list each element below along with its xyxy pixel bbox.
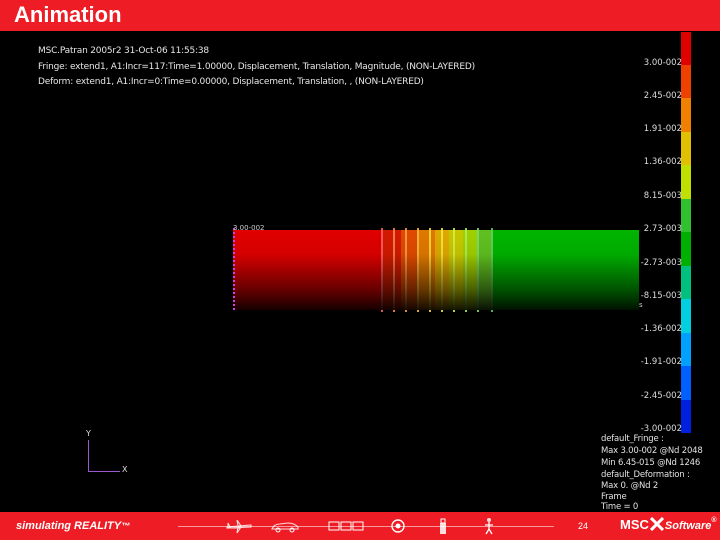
y-axis-line <box>88 440 89 472</box>
colorbar-swatch <box>681 32 691 65</box>
colorbar-label: 8.15-003 <box>643 191 682 201</box>
boundary-condition-markers <box>233 228 239 310</box>
colorbar-label: -1.36-002 <box>640 324 682 334</box>
slogan-text: simulating REALITY <box>16 520 122 532</box>
colorbar-swatch <box>681 199 691 232</box>
colorbar-swatch <box>681 132 691 165</box>
brand-x-mark-icon <box>649 516 664 532</box>
info-line: Max 0. @Nd 2 <box>601 481 659 491</box>
brand-suffix: Software <box>664 520 712 532</box>
colorbar-swatch <box>681 65 691 98</box>
y-axis-label: Y <box>86 429 91 438</box>
colorbar-label: 1.36-002 <box>643 157 682 167</box>
colorbar-label: 2.45-002 <box>643 91 682 101</box>
info-line: default_Deformation : <box>601 470 690 480</box>
colorbar-label: 3.00-002 <box>643 58 682 68</box>
colorbar-label: -2.73-003 <box>640 258 682 268</box>
brand-name: MSC <box>620 517 649 532</box>
colorbar-label: -8.15-003 <box>640 291 682 301</box>
human-figure-icon <box>485 518 493 535</box>
train-icon <box>328 521 364 531</box>
colorbar-label: -2.45-002 <box>640 391 682 401</box>
info-line: default_Fringe : <box>601 434 664 444</box>
x-axis-line <box>88 471 120 472</box>
header-line-deform: Deform: extend1, A1:Incr=0:Time=0.00000,… <box>38 77 424 87</box>
colorbar-swatch <box>681 366 691 400</box>
airplane-icon <box>226 519 252 534</box>
colorbar-swatch <box>681 165 691 199</box>
fringe-colorbar <box>681 32 691 433</box>
model-shading <box>233 230 639 310</box>
info-line: Max 3.00-002 @Nd 2048 <box>601 446 703 456</box>
slide-title: Animation <box>14 2 122 27</box>
target-icon <box>391 519 405 533</box>
colorbar-swatch <box>681 333 691 366</box>
node-value-label: 3.00-002 <box>233 224 265 232</box>
colorbar-swatch <box>681 98 691 132</box>
info-line: Time = 0 <box>601 502 639 512</box>
msc-software-logo: MSC Software® <box>620 516 717 532</box>
slogan-trademark: ™ <box>121 521 131 531</box>
colorbar-label: -1.91-002 <box>640 357 682 367</box>
spray-can-icon <box>440 518 446 534</box>
colorbar-swatch <box>681 299 691 333</box>
header-line-product: MSC.Patran 2005r2 31-Oct-06 11:55:38 <box>38 46 209 56</box>
info-line: Frame <box>601 492 627 502</box>
model-edge-marker: s <box>639 301 643 309</box>
colorbar-swatch <box>681 400 691 433</box>
colorbar-label: -3.00-002 <box>640 424 682 434</box>
info-line: Min 6.45-015 @Nd 1246 <box>601 458 701 468</box>
brand-registered-mark: ® <box>711 517 717 524</box>
page-number: 24 <box>578 521 589 531</box>
colorbar-swatch <box>681 266 691 299</box>
colorbar-label: 1.91-002 <box>643 124 682 134</box>
car-icon <box>271 522 299 533</box>
header-line-fringe: Fringe: extend1, A1:Incr=117:Time=1.0000… <box>38 62 475 72</box>
footer-slogan: simulating REALITY™ <box>16 520 130 532</box>
colorbar-label: 2.73-003 <box>643 224 682 234</box>
fe-model-cylinder[interactable] <box>233 228 639 312</box>
colorbar-swatch <box>681 232 691 266</box>
x-axis-label: X <box>122 465 128 474</box>
